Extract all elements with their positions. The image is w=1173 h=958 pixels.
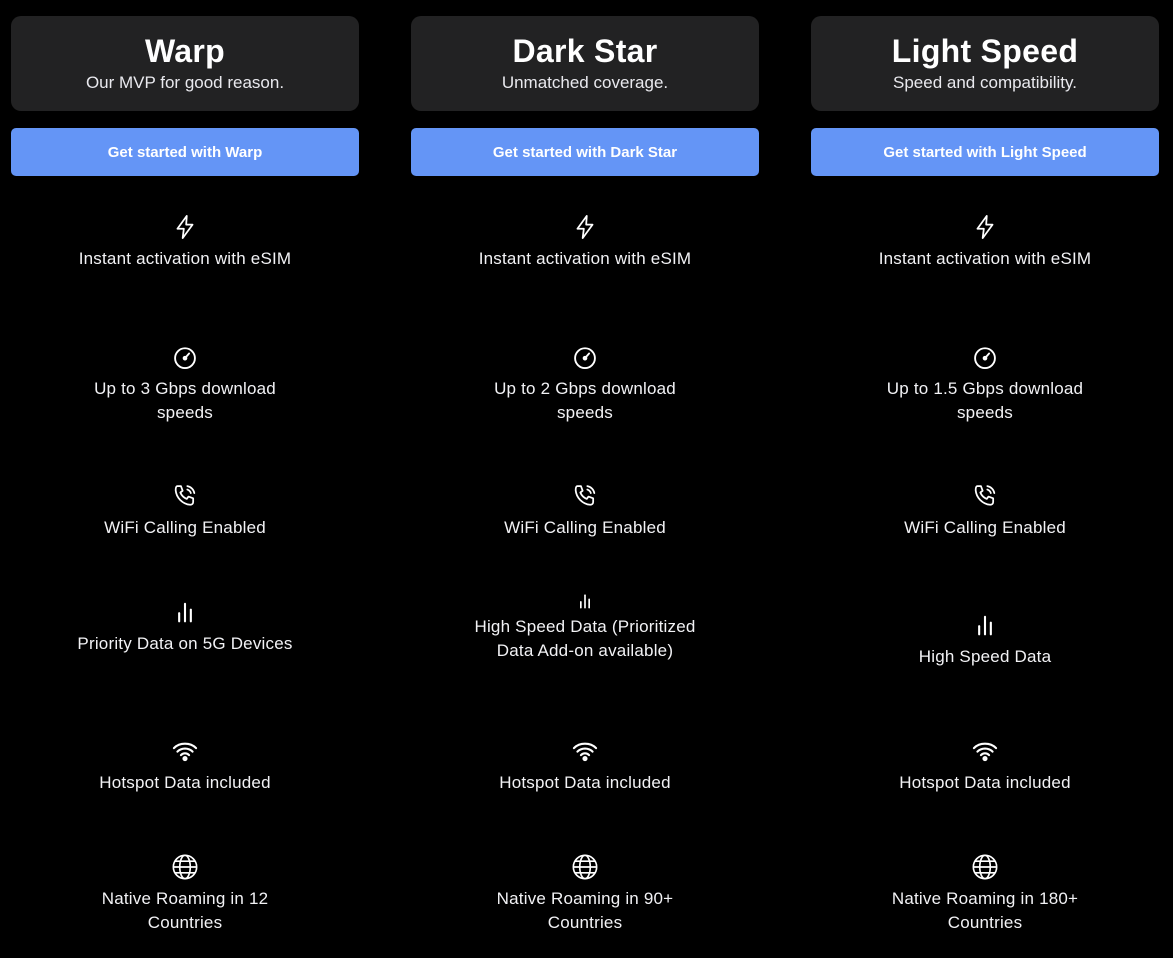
plan-tagline: Our MVP for good reason. bbox=[85, 73, 285, 92]
feature-high-speed-data: High Speed Data (Prioritized Data Add-on… bbox=[411, 591, 759, 663]
feature-download-speed: Up to 1.5 Gbps download speeds bbox=[811, 343, 1159, 425]
plan-header: Light Speed Speed and compatibility. bbox=[811, 16, 1159, 111]
plan-name: Warp bbox=[144, 33, 225, 69]
feature-wifi-calling: WiFi Calling Enabled bbox=[11, 482, 359, 540]
signal-bars-icon bbox=[171, 598, 199, 626]
bolt-icon bbox=[971, 213, 999, 241]
feature-label: Hotspot Data included bbox=[499, 773, 671, 792]
feature-hotspot: Hotspot Data included bbox=[411, 737, 759, 795]
feature-label: Native Roaming in 12 Countries bbox=[101, 889, 269, 932]
hotspot-wifi-icon bbox=[171, 737, 199, 765]
feature-label: WiFi Calling Enabled bbox=[904, 518, 1066, 537]
feature-label: Up to 1.5 Gbps download speeds bbox=[886, 379, 1084, 422]
plan-name: Light Speed bbox=[891, 33, 1079, 69]
feature-activation: Instant activation with eSIM bbox=[11, 213, 359, 271]
get-started-dark-star-button[interactable]: Get started with Dark Star bbox=[411, 128, 759, 176]
plan-header: Warp Our MVP for good reason. bbox=[11, 16, 359, 111]
feature-hotspot: Hotspot Data included bbox=[811, 737, 1159, 795]
feature-label: Native Roaming in 90+ Countries bbox=[496, 889, 674, 932]
plan-card-warp: Warp Our MVP for good reason. Get starte… bbox=[11, 16, 359, 932]
globe-icon bbox=[571, 853, 599, 881]
globe-icon bbox=[971, 853, 999, 881]
bolt-icon bbox=[171, 213, 199, 241]
globe-icon bbox=[171, 853, 199, 881]
feature-activation: Instant activation with eSIM bbox=[811, 213, 1159, 271]
plan-name: Dark Star bbox=[512, 33, 658, 69]
bolt-icon bbox=[571, 213, 599, 241]
hotspot-wifi-icon bbox=[571, 737, 599, 765]
feature-roaming: Native Roaming in 180+ Countries bbox=[811, 853, 1159, 935]
feature-label: Instant activation with eSIM bbox=[78, 249, 292, 268]
feature-label: Up to 3 Gbps download speeds bbox=[94, 379, 276, 422]
get-started-light-speed-button[interactable]: Get started with Light Speed bbox=[811, 128, 1159, 176]
plan-header: Dark Star Unmatched coverage. bbox=[411, 16, 759, 111]
feature-download-speed: Up to 2 Gbps download speeds bbox=[411, 343, 759, 425]
get-started-warp-button[interactable]: Get started with Warp bbox=[11, 128, 359, 176]
plan-tagline: Unmatched coverage. bbox=[501, 73, 669, 92]
feature-roaming: Native Roaming in 12 Countries bbox=[11, 853, 359, 935]
feature-label: High Speed Data (Prioritized Data Add-on… bbox=[474, 617, 696, 660]
feature-label: Hotspot Data included bbox=[899, 773, 1071, 792]
feature-label: Instant activation with eSIM bbox=[478, 249, 692, 268]
speedometer-icon bbox=[571, 343, 599, 371]
plan-card-dark-star: Dark Star Unmatched coverage. Get starte… bbox=[411, 16, 759, 932]
hotspot-wifi-icon bbox=[971, 737, 999, 765]
signal-bars-icon bbox=[971, 611, 999, 639]
feature-download-speed: Up to 3 Gbps download speeds bbox=[11, 343, 359, 425]
feature-priority-data: Priority Data on 5G Devices bbox=[11, 598, 359, 656]
feature-label: Native Roaming in 180+ Countries bbox=[891, 889, 1079, 932]
feature-hotspot: Hotspot Data included bbox=[11, 737, 359, 795]
feature-activation: Instant activation with eSIM bbox=[411, 213, 759, 271]
plan-tagline: Speed and compatibility. bbox=[893, 73, 1077, 92]
feature-label: WiFi Calling Enabled bbox=[504, 518, 666, 537]
speedometer-icon bbox=[971, 343, 999, 371]
signal-bars-icon bbox=[575, 591, 595, 611]
feature-wifi-calling: WiFi Calling Enabled bbox=[811, 482, 1159, 540]
feature-label: Up to 2 Gbps download speeds bbox=[494, 379, 676, 422]
wifi-calling-icon bbox=[971, 482, 999, 510]
feature-label: Instant activation with eSIM bbox=[878, 249, 1092, 268]
wifi-calling-icon bbox=[571, 482, 599, 510]
speedometer-icon bbox=[171, 343, 199, 371]
wifi-calling-icon bbox=[171, 482, 199, 510]
feature-label: WiFi Calling Enabled bbox=[104, 518, 266, 537]
feature-roaming: Native Roaming in 90+ Countries bbox=[411, 853, 759, 935]
feature-label: Hotspot Data included bbox=[99, 773, 271, 792]
feature-label: Priority Data on 5G Devices bbox=[77, 634, 293, 653]
feature-wifi-calling: WiFi Calling Enabled bbox=[411, 482, 759, 540]
feature-label: High Speed Data bbox=[918, 647, 1052, 666]
feature-high-speed-data: High Speed Data bbox=[811, 611, 1159, 669]
plan-card-light-speed: Light Speed Speed and compatibility. Get… bbox=[811, 16, 1159, 932]
